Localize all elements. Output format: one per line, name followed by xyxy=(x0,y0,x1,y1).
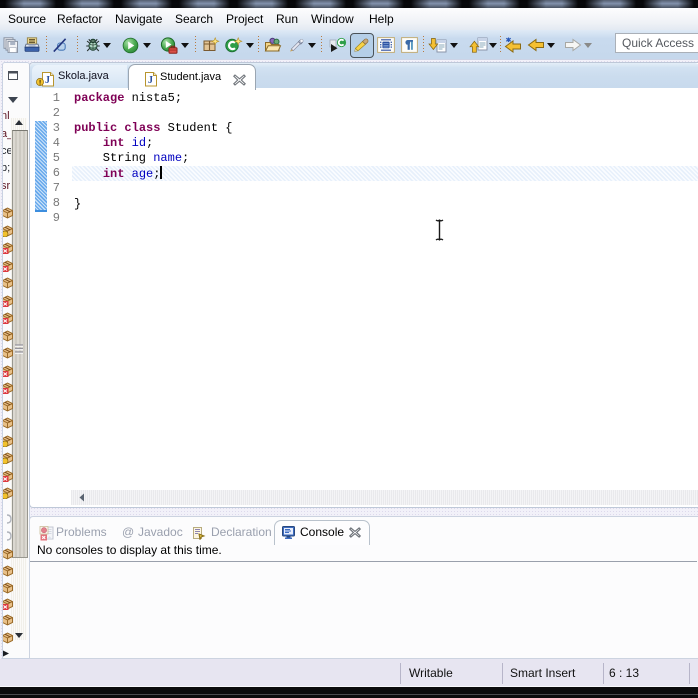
svg-text:J: J xyxy=(148,75,153,86)
svg-text:J: J xyxy=(45,75,50,86)
